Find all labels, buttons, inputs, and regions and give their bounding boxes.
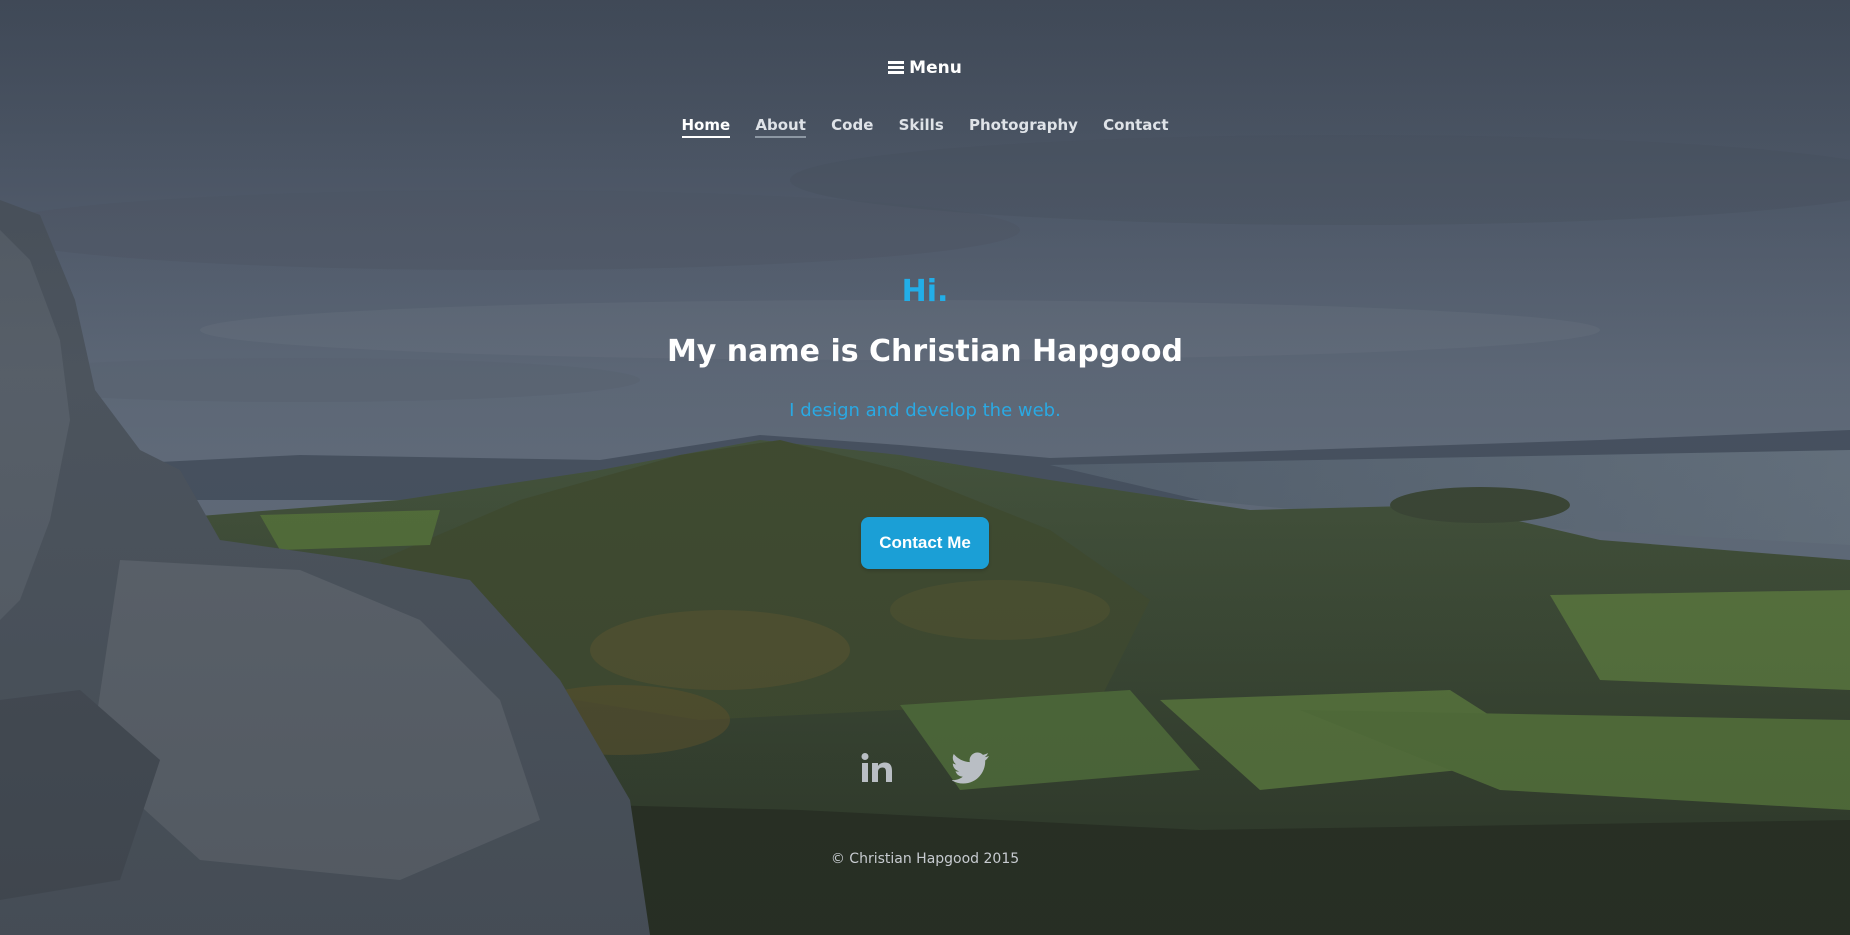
background-overlay bbox=[0, 0, 1850, 935]
nav-item-photography[interactable]: Photography bbox=[969, 116, 1078, 136]
nav-item-about[interactable]: About bbox=[755, 116, 806, 138]
twitter-icon[interactable] bbox=[950, 752, 990, 788]
social-links bbox=[0, 752, 1850, 788]
nav-item-home[interactable]: Home bbox=[681, 116, 731, 138]
nav-item-contact[interactable]: Contact bbox=[1103, 116, 1168, 136]
hamburger-icon bbox=[888, 61, 905, 74]
menu-toggle-label: Menu bbox=[909, 58, 962, 78]
nav-item-skills[interactable]: Skills bbox=[899, 116, 944, 136]
hero-headline: My name is Christian Hapgood bbox=[666, 334, 1184, 369]
contact-me-button[interactable]: Contact Me bbox=[861, 517, 989, 569]
main-nav: Home About Code Skills Photography Conta… bbox=[0, 116, 1850, 138]
footer-copyright: © Christian Hapgood 2015 bbox=[830, 851, 1020, 867]
hero-tagline: I design and develop the web. bbox=[789, 400, 1061, 421]
cta-container: Contact Me bbox=[0, 517, 1850, 569]
nav-item-code[interactable]: Code bbox=[831, 116, 873, 136]
hero-greeting: Hi. bbox=[901, 274, 949, 309]
linkedin-icon[interactable] bbox=[860, 752, 894, 788]
menu-toggle-button[interactable]: Menu bbox=[0, 58, 1850, 78]
page: Menu Home About Code Skills Photography … bbox=[0, 0, 1850, 935]
